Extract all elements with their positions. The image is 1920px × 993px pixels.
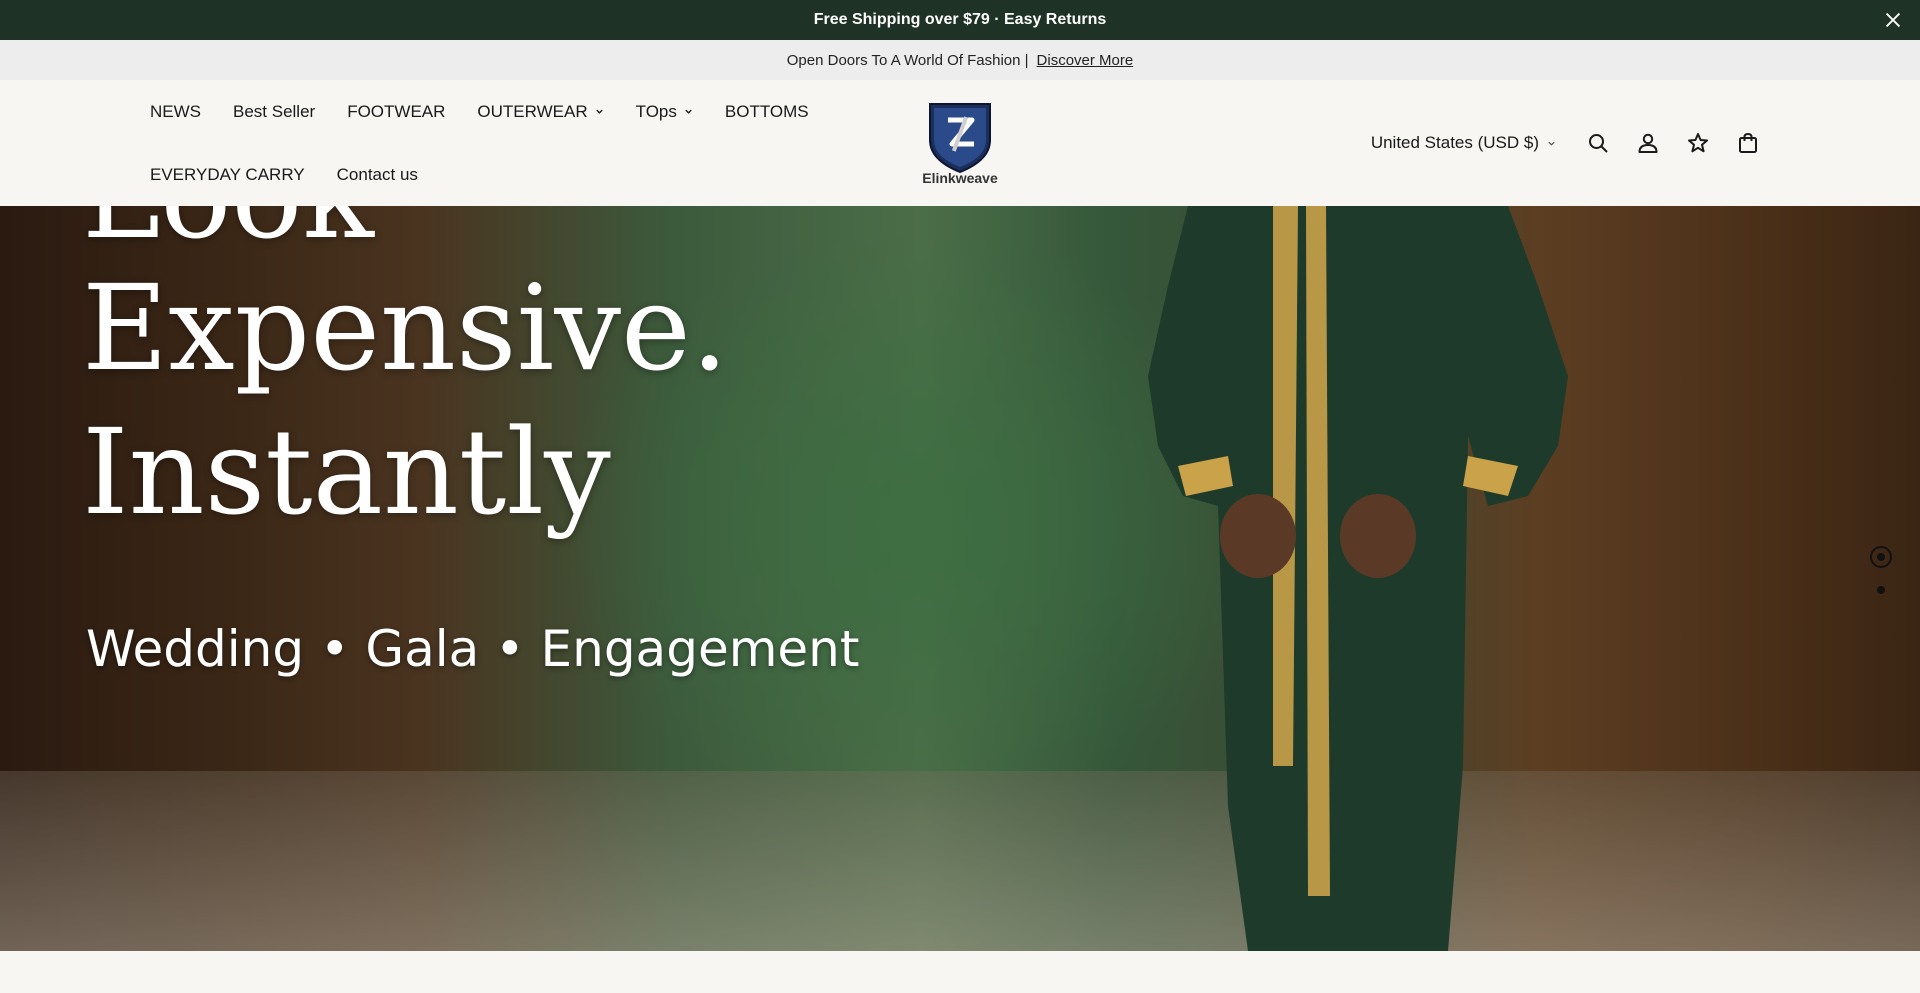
chevron-down-icon [685, 109, 692, 114]
logo-text: Elinkweave [922, 170, 998, 186]
nav-item-contact-us[interactable]: Contact us [337, 143, 418, 206]
nav-item-tops[interactable]: TOps [636, 80, 693, 143]
discover-more-link[interactable]: Discover More [1037, 52, 1134, 69]
account-icon[interactable] [1636, 131, 1660, 155]
brand-logo[interactable]: Elinkweave [912, 100, 1008, 186]
nav-item-news[interactable]: NEWS [150, 80, 201, 143]
announcement-text: Free Shipping over $79 · Easy Returns [813, 11, 1107, 28]
close-icon[interactable] [1882, 9, 1904, 31]
hero-tagline: Wedding • Gala • Engagement [86, 620, 860, 678]
nav-label: BOTTOMS [724, 101, 809, 121]
search-icon[interactable] [1586, 131, 1610, 155]
announcement-bar: Free Shipping over $79 · Easy Returns [0, 0, 1920, 40]
hero-headline-line-3: Instantly [82, 403, 611, 541]
nav-item-everyday-carry[interactable]: EVERYDAY CARRY [150, 143, 305, 206]
country-selector[interactable]: United States (USD $) [1371, 133, 1556, 153]
nav-label: EVERYDAY CARRY [150, 164, 305, 184]
main-nav: NEWS Best Seller FOOTWEAR OUTERWEAR TOps… [150, 80, 870, 206]
header-tools: United States (USD $) [1371, 80, 1760, 206]
nav-item-outerwear[interactable]: OUTERWEAR [477, 80, 603, 143]
nav-label: Contact us [336, 164, 418, 184]
nav-label: Best Seller [233, 101, 316, 121]
chevron-down-icon [1548, 141, 1555, 146]
nav-label: OUTERWEAR [477, 101, 588, 121]
chevron-down-icon [595, 109, 603, 114]
hero-floor [0, 771, 1920, 951]
cart-bag-icon[interactable] [1736, 131, 1760, 155]
slide-dot[interactable] [1877, 586, 1885, 594]
nav-label: FOOTWEAR [347, 101, 446, 121]
promo-text: Open Doors To A World Of Fashion | [786, 51, 1029, 69]
promo-subbar: Open Doors To A World Of Fashion | Disco… [0, 40, 1920, 80]
nav-label: TOps [635, 101, 677, 121]
site-header: NEWS Best Seller FOOTWEAR OUTERWEAR TOps… [0, 80, 1920, 206]
hero-banner[interactable]: Look Expensive. Instantly Wedding • Gala… [0, 206, 1920, 951]
nav-item-bottoms[interactable]: BOTTOMS [725, 80, 809, 143]
slideshow-pagination [1870, 546, 1892, 594]
slide-dot-active[interactable] [1870, 546, 1892, 568]
wishlist-star-icon[interactable] [1686, 131, 1710, 155]
hero-headline-line-1: Look [82, 206, 374, 256]
nav-item-footwear[interactable]: FOOTWEAR [347, 80, 445, 143]
hero-model-image [1148, 206, 1568, 951]
nav-item-best-seller[interactable]: Best Seller [233, 80, 315, 143]
nav-label: NEWS [150, 101, 201, 121]
hero-headline-line-2: Expensive. [82, 259, 729, 397]
country-label: United States (USD $) [1370, 133, 1539, 152]
